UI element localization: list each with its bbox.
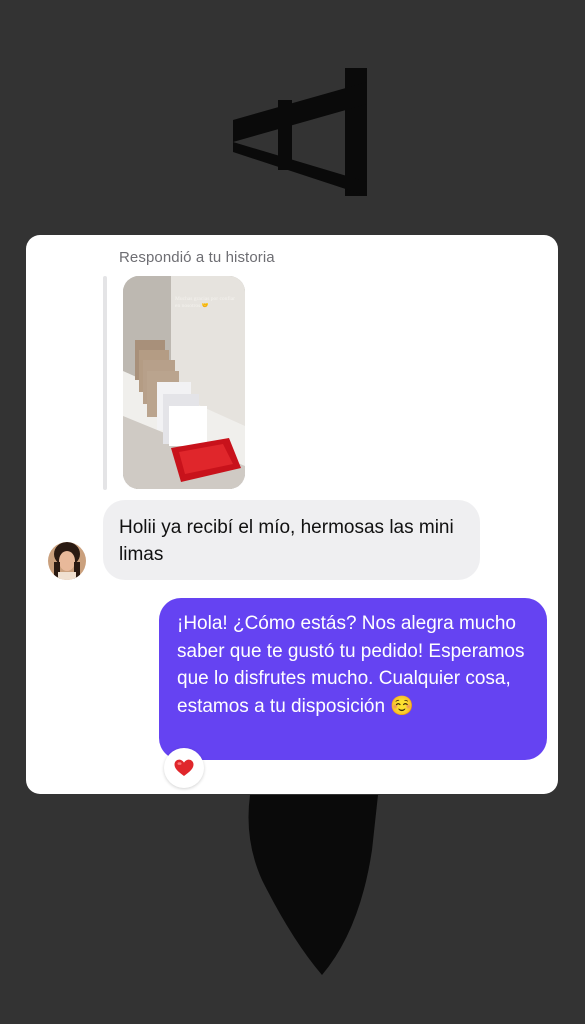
heart-icon bbox=[174, 759, 194, 776]
story-caption: Muchas gracias por confiar en nosotros 🤝 bbox=[175, 296, 236, 309]
chat-card: Respondió a tu historia Muchas gracias p… bbox=[26, 235, 558, 794]
background-pen-shape bbox=[248, 795, 378, 975]
contact-avatar[interactable] bbox=[48, 542, 86, 580]
story-thumbnail[interactable]: Muchas gracias por confiar en nosotros 🤝 bbox=[123, 276, 245, 489]
outgoing-message[interactable]: ¡Hola! ¿Cómo estás? Nos alegra mucho sab… bbox=[159, 598, 547, 760]
story-reply-label: Respondió a tu historia bbox=[119, 249, 275, 266]
heart-reaction[interactable] bbox=[164, 748, 204, 788]
incoming-message[interactable]: Holii ya recibí el mío, hermosas las min… bbox=[103, 500, 480, 580]
background-letter-a bbox=[233, 68, 367, 196]
quote-bar bbox=[103, 276, 107, 490]
